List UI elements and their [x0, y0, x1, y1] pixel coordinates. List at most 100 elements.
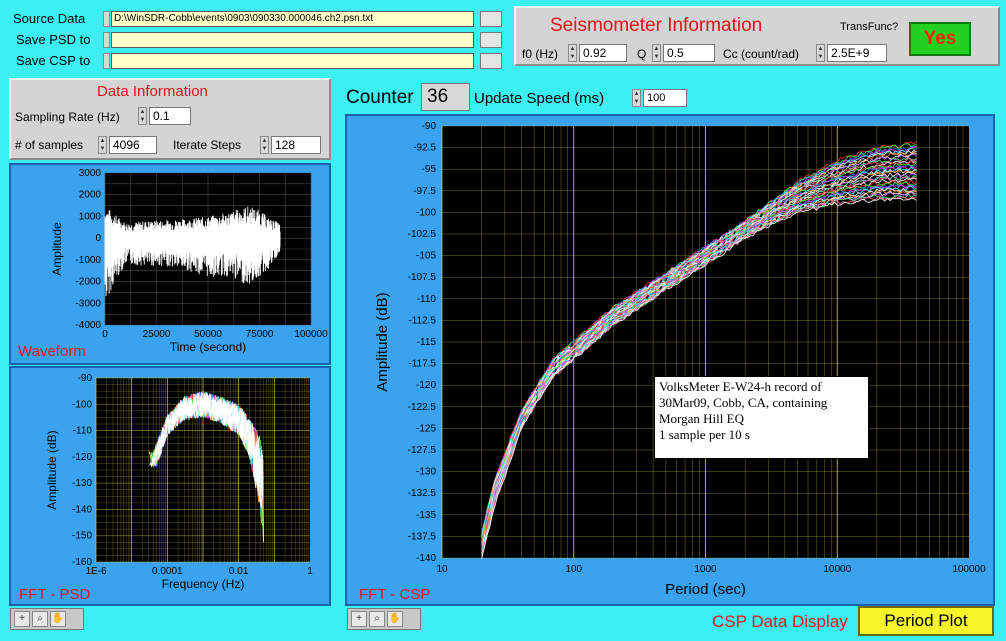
psd-panel: 1E-6 0.0001 0.01 1 -90 -100 -110 -120 -130 -140 -1… [9, 366, 331, 606]
source-data-label: Source Data [13, 11, 86, 26]
sampling-rate-label: Sampling Rate (Hz) [15, 110, 120, 124]
samples-input[interactable]: 4096 [109, 136, 157, 154]
csp-y-tick: -117.5 [408, 359, 436, 370]
csp-graph-tools: + ⌕ ✋ [347, 608, 421, 630]
seismometer-title: Seismometer Information [550, 15, 763, 36]
update-speed-label: Update Speed (ms) [474, 90, 605, 107]
csp-y-tick: -95 [422, 164, 437, 175]
f0-label: f0 (Hz) [522, 47, 558, 61]
csp-annotation-line: Morgan Hill EQ [659, 411, 744, 426]
seismometer-panel: Seismometer Information TransFunc? Yes f… [514, 6, 1000, 66]
waveform-x-tick: 0 [102, 329, 108, 340]
f0-spinner-icon[interactable]: ▲ ▼ [568, 44, 577, 62]
waveform-x-tick: 100000 [294, 329, 328, 340]
cc-spinner-icon[interactable]: ▲ ▼ [816, 44, 825, 62]
pan-hand-icon[interactable]: ✋ [387, 611, 403, 627]
waveform-y-tick: -4000 [75, 320, 101, 331]
csp-x-tick: 100 [565, 564, 582, 575]
waveform-panel: 0 25000 50000 75000 100000 3000 2000 1000 0 -1000… [9, 163, 331, 365]
update-speed-input[interactable]: 100 [643, 89, 687, 107]
csp-panel: 10 100 1000 10000 100000 -90 -92.5 -95 -97.5 -100… [345, 114, 995, 606]
save-psd-folder-icon[interactable] [480, 32, 502, 48]
csp-y-tick: -137.5 [408, 531, 437, 542]
csp-annotation-box: VolksMeter E-W24-h record of 30Mar09, Co… [654, 376, 869, 459]
psd-y-tick: -130 [72, 478, 92, 489]
iterate-steps-label: Iterate Steps [173, 138, 242, 152]
data-info-title: Data Information [97, 83, 208, 100]
csp-y-tick: -140 [416, 553, 436, 564]
csp-y-tick: -107.5 [408, 272, 437, 283]
sampling-rate-spinner-icon[interactable]: ▲ ▼ [138, 107, 147, 125]
psd-x-tick: 1 [307, 566, 313, 577]
save-csp-folder-icon[interactable] [480, 53, 502, 69]
csp-y-tick: -90 [422, 121, 437, 132]
csp-chart: 10 100 1000 10000 100000 -90 -92.5 -95 -97.5 -100… [374, 121, 986, 598]
csp-y-tick: -92.5 [413, 143, 436, 154]
save-psd-browse-icon[interactable] [103, 32, 110, 48]
csp-x-tick: 1000 [694, 564, 717, 575]
csp-y-tick: -112.5 [408, 315, 436, 326]
iterate-steps-spinner-icon[interactable]: ▲ ▼ [260, 136, 269, 154]
zoom-icon[interactable]: ⌕ [32, 611, 48, 627]
counter-display: 36 [421, 83, 470, 111]
save-csp-label: Save CSP to [16, 53, 91, 68]
samples-label: # of samples [15, 138, 84, 152]
q-spinner-icon[interactable]: ▲ ▼ [652, 44, 661, 62]
waveform-x-tick: 75000 [246, 329, 274, 340]
csp-y-tick: -110 [417, 294, 437, 305]
psd-y-axis-label: Amplitude (dB) [45, 430, 59, 509]
f0-input[interactable]: 0.92 [579, 44, 627, 62]
csp-y-tick: -122.5 [408, 402, 437, 413]
transfunc-yes-button[interactable]: Yes [909, 22, 971, 56]
waveform-y-tick: 1000 [79, 211, 102, 222]
csp-y-tick: -115 [417, 337, 437, 348]
waveform-y-tick: 3000 [79, 168, 102, 179]
csp-annotation-line: 1 sample per 10 s [659, 427, 750, 442]
waveform-y-tick: 2000 [79, 190, 102, 201]
transfunc-label: TransFunc? [840, 21, 899, 33]
crosshair-cursor-icon[interactable]: + [14, 611, 30, 627]
q-input[interactable]: 0.5 [663, 44, 715, 62]
csp-display-selector[interactable]: Period Plot [858, 606, 994, 636]
zoom-icon[interactable]: ⌕ [369, 611, 385, 627]
sampling-rate-input[interactable]: 0.1 [149, 107, 191, 125]
csp-y-tick: -97.5 [413, 186, 436, 197]
crosshair-cursor-icon[interactable]: + [351, 611, 367, 627]
save-psd-path-field[interactable] [111, 32, 474, 48]
csp-x-tick: 10 [436, 564, 448, 575]
waveform-x-axis-label: Time (second) [170, 340, 246, 354]
source-folder-icon[interactable] [480, 11, 502, 27]
psd-y-tick: -90 [78, 373, 93, 384]
psd-caption: FFT - PSD [19, 586, 91, 603]
counter-label: Counter [346, 87, 414, 108]
csp-y-tick: -127.5 [408, 445, 437, 456]
waveform-y-tick: -1000 [75, 255, 101, 266]
csp-caption: FFT - CSP [359, 586, 431, 603]
save-csp-browse-icon[interactable] [103, 53, 110, 69]
q-label: Q [637, 47, 647, 61]
source-data-path-field[interactable]: D:\WinSDR-Cobb\events\0903\090330.000046… [111, 11, 474, 27]
data-info-panel: Data Information Sampling Rate (Hz) ▲ ▼ 0… [9, 78, 331, 160]
samples-spinner-icon[interactable]: ▲ ▼ [98, 136, 107, 154]
psd-graph-tools: + ⌕ ✋ [10, 608, 84, 630]
csp-y-tick: -120 [416, 380, 436, 391]
pan-hand-icon[interactable]: ✋ [50, 611, 66, 627]
waveform-y-tick: -3000 [75, 298, 101, 309]
psd-y-tick: -150 [72, 531, 92, 542]
csp-x-tick: 100000 [952, 564, 986, 575]
waveform-y-tick: 0 [95, 233, 101, 244]
psd-x-tick: 0.0001 [152, 566, 183, 577]
save-csp-path-field[interactable] [111, 53, 474, 69]
update-speed-spinner-icon[interactable]: ▲ ▼ [632, 89, 641, 107]
source-path-browse-icon[interactable] [103, 11, 110, 27]
csp-annotation-line: VolksMeter E-W24-h record of [659, 379, 822, 394]
waveform-x-tick: 50000 [194, 329, 222, 340]
psd-y-tick: -120 [72, 452, 92, 463]
csp-x-axis-label: Period (sec) [665, 581, 746, 598]
psd-y-tick: -110 [73, 426, 93, 437]
csp-y-tick: -105 [416, 251, 436, 262]
cc-label: Cc (count/rad) [723, 47, 800, 61]
cc-input[interactable]: 2.5E+9 [827, 44, 887, 62]
iterate-steps-input[interactable]: 128 [271, 136, 321, 154]
waveform-y-axis-label: Amplitude [50, 222, 64, 276]
